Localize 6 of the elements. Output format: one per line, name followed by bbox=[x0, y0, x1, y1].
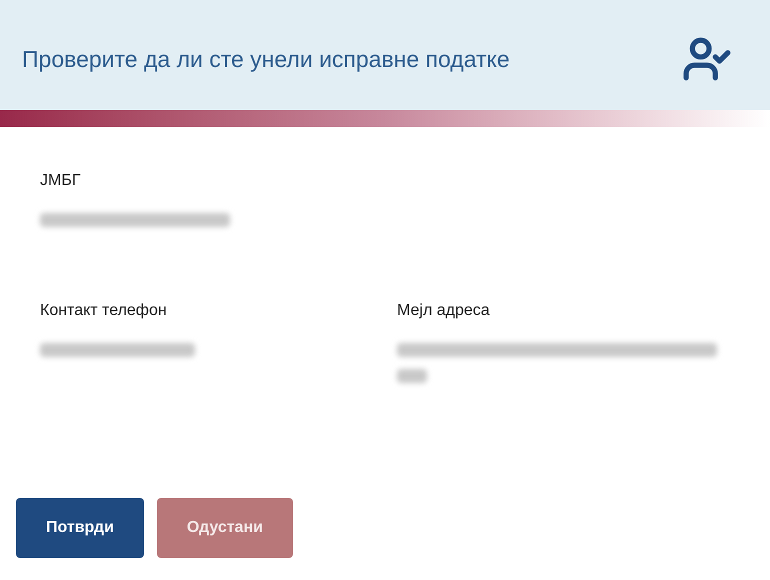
field-label: ЈМБГ bbox=[40, 171, 82, 191]
field-label: Мејл адреса bbox=[397, 301, 491, 321]
field-label: Контакт телефон bbox=[40, 301, 168, 321]
blurred-value bbox=[397, 369, 427, 383]
dialog-title: Проверите да ли сте унели исправне податке bbox=[22, 44, 510, 74]
dialog-button[interactable]: Потврди bbox=[16, 498, 144, 558]
